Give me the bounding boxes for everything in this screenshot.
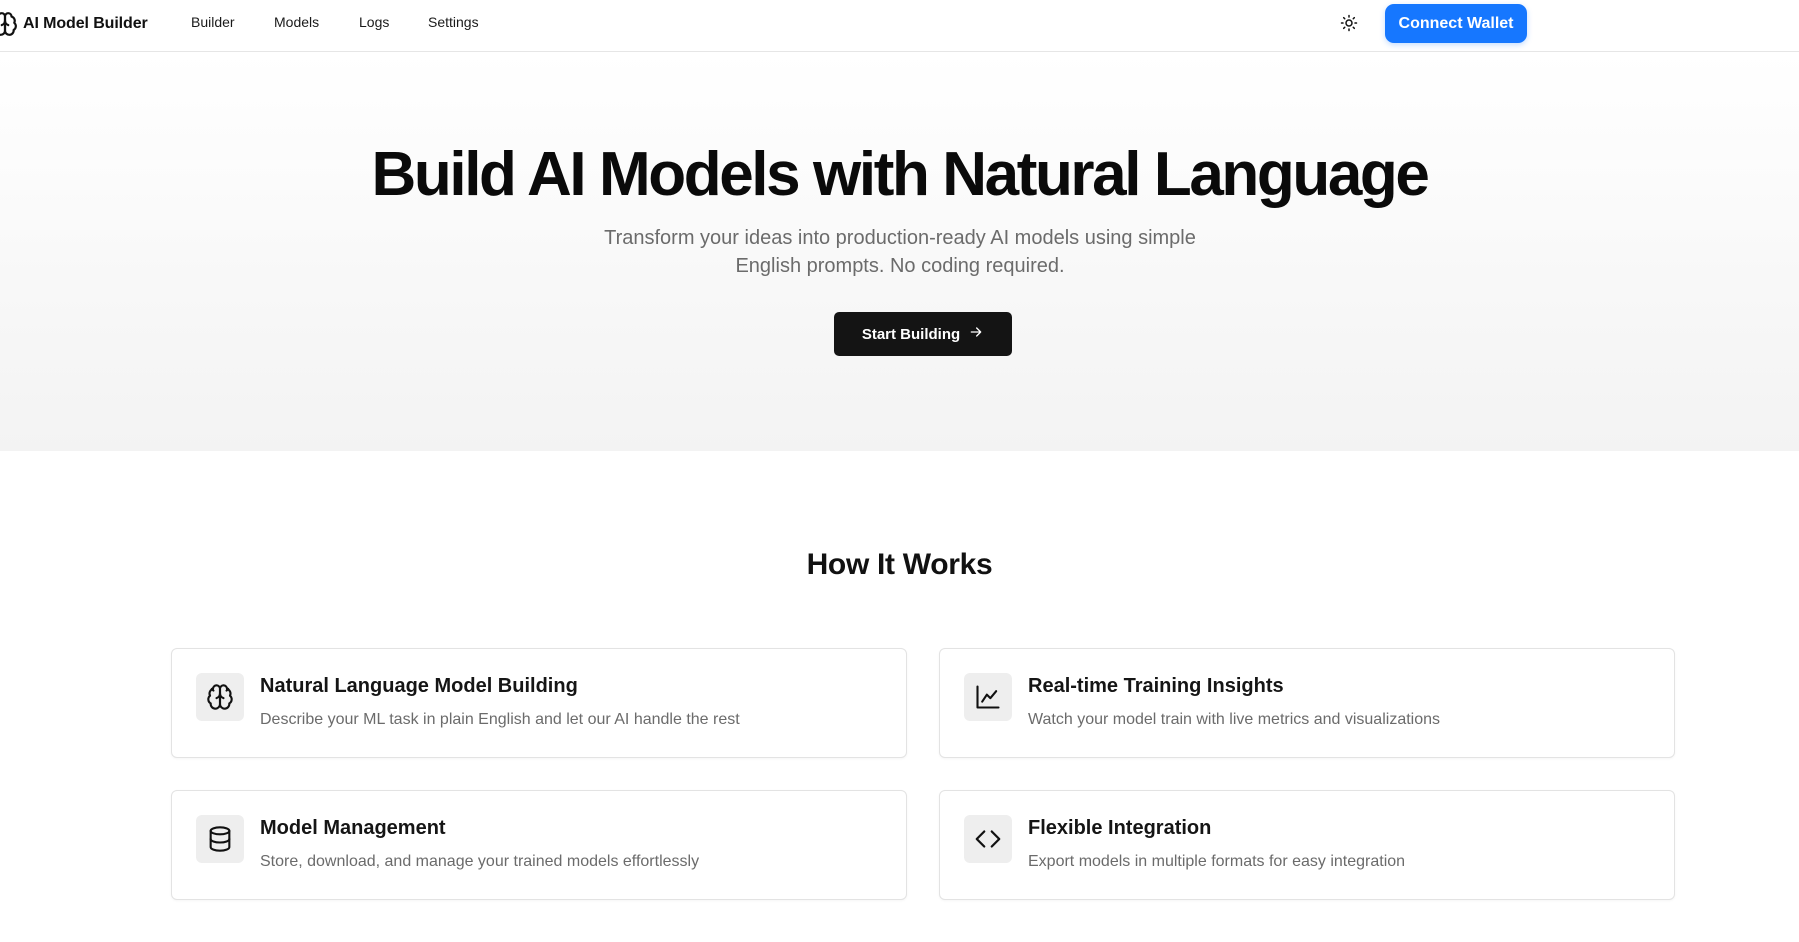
feature-description: Watch your model train with live metrics… <box>1028 711 1441 728</box>
sun-icon <box>1340 14 1358 37</box>
hero-section: Build AI Models with Natural Language Tr… <box>0 52 1799 451</box>
feature-title: Model Management <box>260 817 446 839</box>
nav-models[interactable]: Models <box>274 14 319 30</box>
start-building-label: Start Building <box>861 325 961 343</box>
database-icon <box>196 815 244 863</box>
app-name: AI Model Builder <box>23 15 148 32</box>
feature-title: Real-time Training Insights <box>1028 675 1284 697</box>
start-building-button[interactable]: Start Building <box>834 312 1012 356</box>
brain-icon <box>0 11 18 37</box>
feature-card-training-insights: Real-time Training Insights Watch your m… <box>939 648 1675 758</box>
arrow-right-icon <box>968 324 984 344</box>
feature-title: Natural Language Model Building <box>260 675 578 697</box>
connect-wallet-button[interactable]: Connect Wallet <box>1385 4 1527 43</box>
hero-subtitle: Transform your ideas into production-rea… <box>604 227 1196 277</box>
nav-logs[interactable]: Logs <box>359 14 389 30</box>
nav-settings[interactable]: Settings <box>428 14 479 30</box>
top-navigation-bar: AI Model Builder Builder Models Logs Set… <box>0 0 1799 52</box>
feature-card-flexible-integration: Flexible Integration Export models in mu… <box>939 790 1675 900</box>
feature-card-natural-language: Natural Language Model Building Describe… <box>171 648 907 758</box>
feature-description: Describe your ML task in plain English a… <box>260 711 740 728</box>
feature-description: Export models in multiple formats for ea… <box>1028 853 1406 870</box>
feature-description: Store, download, and manage your trained… <box>260 853 700 870</box>
theme-toggle-button[interactable] <box>1336 12 1362 38</box>
brain-icon <box>196 673 244 721</box>
brand[interactable]: AI Model Builder <box>0 11 148 37</box>
nav-builder[interactable]: Builder <box>191 14 235 30</box>
feature-title: Flexible Integration <box>1028 817 1212 839</box>
hero-title: Build AI Models with Natural Language <box>371 140 1430 209</box>
feature-card-model-management: Model Management Store, download, and ma… <box>171 790 907 900</box>
line-chart-icon <box>964 673 1012 721</box>
code-icon <box>964 815 1012 863</box>
how-it-works-title: How It Works <box>806 548 993 581</box>
